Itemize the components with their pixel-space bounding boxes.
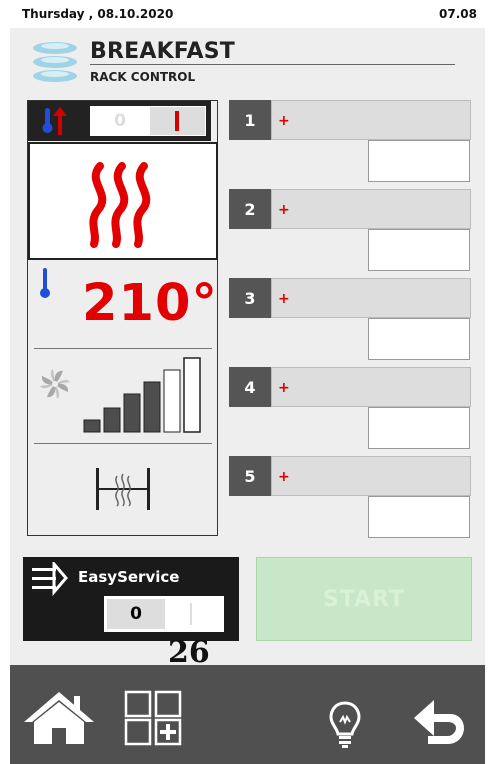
- home-icon[interactable]: [22, 690, 96, 746]
- preheat-toggle-off[interactable]: 0: [91, 107, 149, 135]
- moisture-damper-icon[interactable]: [93, 466, 153, 512]
- fan-speed-bar-4: [143, 381, 161, 433]
- rack-program-slot[interactable]: [271, 278, 471, 318]
- rack-program-slot[interactable]: [271, 367, 471, 407]
- fan-speed-bar-1: [83, 419, 101, 433]
- status-date: Thursday , 08.10.2020: [22, 7, 174, 21]
- status-time: 07.08: [439, 7, 477, 21]
- rack-program-slot[interactable]: [271, 456, 471, 496]
- rack-program-slot[interactable]: [271, 100, 471, 140]
- divider: [34, 443, 212, 444]
- fan-icon: [40, 369, 70, 399]
- rack-add-icon[interactable]: +: [278, 113, 290, 129]
- easyservice-toggle-off[interactable]: 0: [107, 599, 165, 629]
- thermometer-icon: [40, 268, 50, 298]
- easyservice-label: EasyService: [78, 568, 180, 586]
- rack-add-icon[interactable]: +: [278, 469, 290, 485]
- rack-timer[interactable]: [368, 496, 470, 538]
- fan-speed-bar-2: [103, 407, 121, 433]
- rack-number: 2: [229, 189, 271, 229]
- easyservice-arrows-icon: [32, 562, 68, 596]
- rack-timer[interactable]: [368, 407, 470, 449]
- fan-speed-bar-5: [183, 357, 201, 433]
- rack-add-icon[interactable]: +: [278, 202, 290, 218]
- grid-add-icon[interactable]: [124, 690, 184, 746]
- start-button[interactable]: START: [256, 557, 472, 641]
- rack-number: 1: [229, 100, 271, 140]
- rack-add-icon[interactable]: +: [278, 380, 290, 396]
- program-subtitle: RACK CONTROL: [90, 70, 196, 84]
- rack-timer[interactable]: [368, 140, 470, 182]
- rack-timer[interactable]: [368, 318, 470, 360]
- divider: [34, 348, 212, 349]
- rack-add-icon[interactable]: +: [278, 291, 290, 307]
- rack-number: 5: [229, 456, 271, 496]
- rack-program-slot[interactable]: [271, 189, 471, 229]
- lightbulb-icon[interactable]: [328, 700, 362, 748]
- fan-speed-selector[interactable]: [82, 356, 202, 434]
- rack-number: 3: [229, 278, 271, 318]
- title-divider: [90, 64, 455, 65]
- back-arrow-icon[interactable]: [412, 692, 468, 748]
- rack-timer[interactable]: [368, 229, 470, 271]
- heating-waves-icon: [89, 162, 151, 248]
- fan-speed-bar-3: [123, 393, 141, 433]
- easyservice-toggle-on[interactable]: [190, 603, 192, 625]
- stacked-plates-icon: [33, 42, 77, 82]
- temperature-value[interactable]: 210°: [82, 278, 218, 329]
- program-title: BREAKFAST: [90, 39, 235, 64]
- counter-value: 26: [168, 635, 210, 670]
- thermometer-up-icon: [42, 107, 67, 135]
- preheat-on-indicator: [175, 111, 179, 131]
- rack-number: 4: [229, 367, 271, 407]
